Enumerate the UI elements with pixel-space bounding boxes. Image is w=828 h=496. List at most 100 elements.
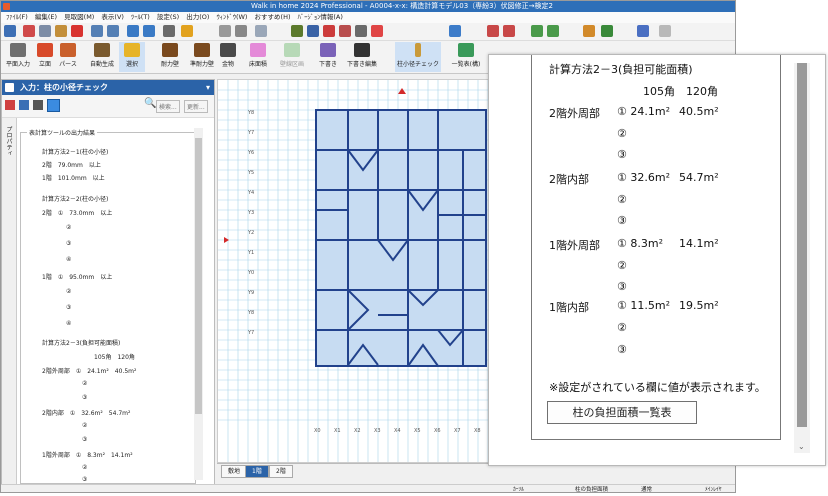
rect-icon[interactable] bbox=[355, 25, 367, 37]
zoom-scroll-thumb[interactable] bbox=[797, 63, 807, 427]
undo-icon[interactable] bbox=[91, 25, 103, 37]
paste-icon[interactable] bbox=[55, 25, 67, 37]
zoom-in-icon[interactable] bbox=[127, 25, 139, 37]
zoom-row1-label: 2階外周部 bbox=[549, 107, 600, 120]
menu-window[interactable]: ｳｨﾝﾄﾞｳ(W) bbox=[216, 13, 247, 21]
check-icon[interactable] bbox=[531, 25, 543, 37]
draft-icon bbox=[320, 43, 336, 57]
column-check-button[interactable]: 柱小径チェック bbox=[395, 42, 441, 72]
svg-text:Y5: Y5 bbox=[247, 170, 254, 176]
draft-edit-button[interactable]: 下書き編集 bbox=[345, 42, 379, 72]
menu-tools[interactable]: ﾂｰﾙ(T) bbox=[131, 13, 150, 21]
line-icon[interactable] bbox=[291, 25, 303, 37]
menu-edit[interactable]: 編集(E) bbox=[35, 13, 57, 21]
arc-icon[interactable] bbox=[339, 25, 351, 37]
semi-bearing-wall-button[interactable]: 準耐力壁 bbox=[185, 42, 219, 72]
room-fill bbox=[316, 110, 486, 366]
menu-view-drawing[interactable]: 見取図(M) bbox=[64, 13, 94, 21]
delete-icon[interactable] bbox=[71, 25, 83, 37]
zoom-row4-sub3: ③ bbox=[617, 343, 627, 356]
svg-text:X3: X3 bbox=[374, 428, 381, 434]
line-method21: 計算方法2－1(柱の小径) bbox=[42, 149, 109, 156]
wall-icon bbox=[162, 43, 178, 57]
plan-icon bbox=[10, 43, 26, 57]
snap-icon[interactable] bbox=[219, 25, 231, 37]
zoom-row1-sub3: ③ bbox=[617, 148, 627, 161]
zoom-row3-sub3: ③ bbox=[617, 280, 627, 293]
menu-version[interactable]: ﾊﾞｰｼﾞｮﾝ情報(A) bbox=[298, 13, 343, 21]
layer-edit-icon[interactable] bbox=[503, 25, 515, 37]
wall-section-button[interactable]: 壁線区画 bbox=[275, 42, 309, 72]
status-bar: ｶｰｿﾙ 柱の負担面積 通常 ﾒｲﾝﾚｲﾔ bbox=[1, 484, 735, 493]
select-button[interactable]: 選択 bbox=[119, 42, 145, 72]
panel-scroll-thumb[interactable] bbox=[195, 138, 202, 414]
draw-icon[interactable] bbox=[255, 25, 267, 37]
svg-text:X8: X8 bbox=[474, 428, 481, 434]
house-icon bbox=[37, 43, 53, 57]
tab-1f[interactable]: 1階 bbox=[245, 465, 269, 478]
zoom-scrollbar[interactable]: ⌄ bbox=[794, 63, 810, 453]
zoom-row2-label: 2階内部 bbox=[549, 173, 589, 186]
column-icon bbox=[415, 43, 421, 57]
perspective-button[interactable]: パース bbox=[57, 42, 79, 72]
zoom-row2-v2: 54.7m² bbox=[679, 171, 719, 184]
bearing-wall-button[interactable]: 耐力壁 bbox=[153, 42, 187, 72]
chevron-down-icon[interactable]: ⌄ bbox=[798, 442, 805, 451]
wall2-icon bbox=[194, 43, 210, 57]
color-icon[interactable] bbox=[583, 25, 595, 37]
erase-icon[interactable] bbox=[323, 25, 335, 37]
grid-icon[interactable] bbox=[235, 25, 247, 37]
menu-bar: ﾌｧｲﾙ(F) 編集(E) 見取図(M) 表示(V) ﾂｰﾙ(T) 設定(S) … bbox=[1, 12, 735, 23]
draft-button[interactable]: 下書き bbox=[311, 42, 345, 72]
line-2f-inner-3: ③ bbox=[82, 436, 88, 443]
elevation-button[interactable]: 立面 bbox=[35, 42, 55, 72]
svg-text:Y9: Y9 bbox=[247, 290, 254, 296]
tab-2f[interactable]: 2階 bbox=[269, 465, 293, 478]
line-cols: 105角 120角 bbox=[94, 354, 135, 361]
floor-area-button[interactable]: 床面積 bbox=[241, 42, 275, 72]
table-icon[interactable] bbox=[601, 25, 613, 37]
menu-output[interactable]: 出力(O) bbox=[186, 13, 209, 21]
hardware-button[interactable]: 金物 bbox=[217, 42, 239, 72]
menu-view[interactable]: 表示(V) bbox=[101, 13, 124, 21]
menu-recommend[interactable]: おすすめ(H) bbox=[255, 13, 291, 21]
print-icon[interactable] bbox=[163, 25, 175, 37]
arrow-icon bbox=[354, 43, 370, 57]
redo-icon[interactable] bbox=[107, 25, 119, 37]
zoom-row2-sub3: ③ bbox=[617, 214, 627, 227]
line-1f-outer-2: ② bbox=[82, 464, 88, 471]
line-2f-inner: 2階内部 ① 32.6m² 54.7m² bbox=[42, 410, 131, 417]
collapse-icon[interactable]: ▾ bbox=[206, 80, 210, 95]
chart-icon[interactable] bbox=[637, 25, 649, 37]
tab-site[interactable]: 敷地 bbox=[221, 465, 248, 478]
close-icon[interactable] bbox=[371, 25, 383, 37]
new-icon[interactable] bbox=[4, 25, 16, 37]
zoom-row1-v2: 40.5m² bbox=[679, 105, 719, 118]
menu-settings[interactable]: 設定(S) bbox=[157, 13, 179, 21]
panel-scrollbar[interactable] bbox=[194, 128, 203, 480]
zoom-out-icon[interactable] bbox=[143, 25, 155, 37]
svg-text:X1: X1 bbox=[334, 428, 341, 434]
svg-text:Y4: Y4 bbox=[247, 190, 254, 196]
svg-text:Y8: Y8 bbox=[247, 310, 254, 316]
column-area-list-button[interactable]: 柱の負担面積一覧表 bbox=[547, 401, 697, 424]
layer-icon[interactable] bbox=[487, 25, 499, 37]
line-method22: 計算方法2－2(柱の小径) bbox=[42, 196, 109, 203]
cut-icon[interactable] bbox=[23, 25, 35, 37]
svg-text:X0: X0 bbox=[314, 428, 321, 434]
check2-icon[interactable] bbox=[547, 25, 559, 37]
settings-icon[interactable] bbox=[659, 25, 671, 37]
plan-input-button[interactable]: 平面入力 bbox=[1, 42, 35, 72]
auto-generate-button[interactable]: 自動生成 bbox=[85, 42, 119, 72]
zoom-row2-v1: ① 32.6m² bbox=[617, 171, 670, 184]
status-normal: 通常 bbox=[641, 487, 653, 493]
window-icon[interactable] bbox=[449, 25, 461, 37]
svg-text:X6: X6 bbox=[434, 428, 441, 434]
select-mode-icon[interactable] bbox=[181, 25, 193, 37]
menu-file[interactable]: ﾌｧｲﾙ(F) bbox=[6, 13, 28, 21]
window-title: Walk in home 2024 Professional - A0004-x… bbox=[251, 2, 553, 10]
zoom-row3-label: 1階外周部 bbox=[549, 239, 600, 252]
table-list-button[interactable]: 一覧表(構) bbox=[449, 42, 483, 72]
copy-icon[interactable] bbox=[39, 25, 51, 37]
pen-icon[interactable] bbox=[307, 25, 319, 37]
